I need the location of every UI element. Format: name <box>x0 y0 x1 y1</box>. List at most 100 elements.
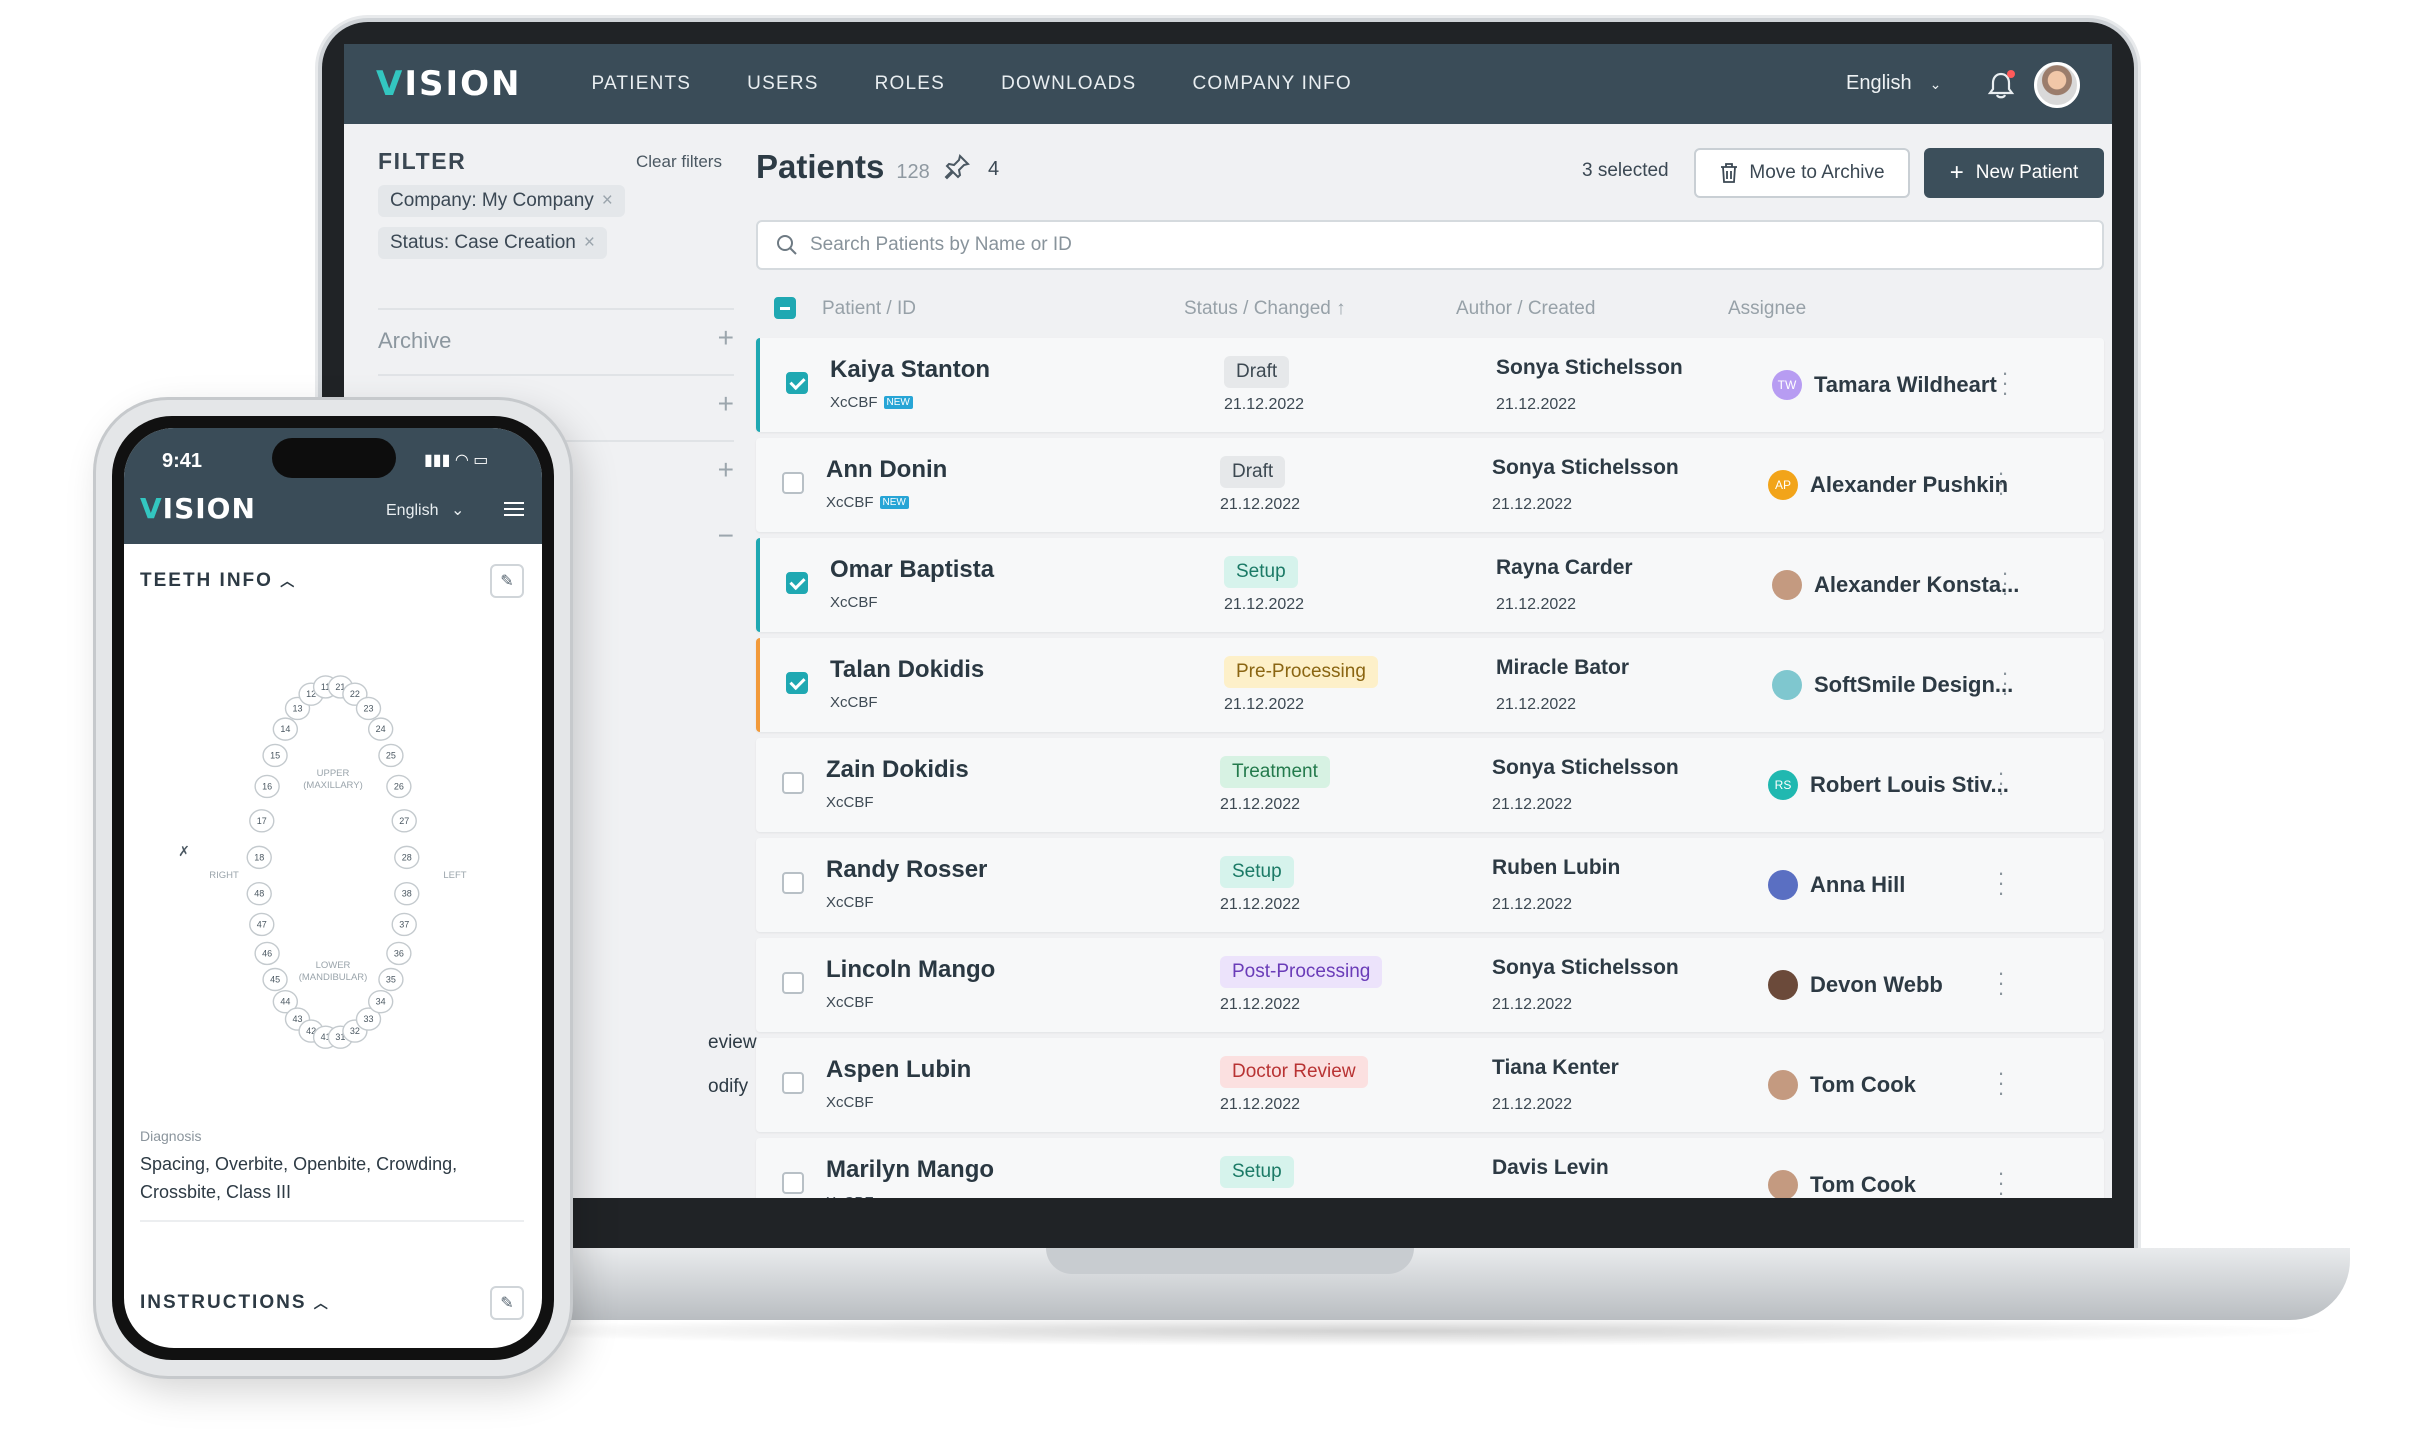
table-row[interactable]: Talan Dokidis XcCBF Pre-Processing 21.12… <box>756 638 2104 732</box>
table-row[interactable]: Lincoln Mango XcCBF Post-Processing 21.1… <box>756 938 2104 1032</box>
close-icon[interactable]: × <box>602 190 613 211</box>
vision-logo[interactable]: VISION <box>376 64 521 104</box>
row-checkbox[interactable] <box>782 772 804 794</box>
row-checkbox[interactable] <box>782 1172 804 1194</box>
new-patient-button[interactable]: + New Patient <box>1924 148 2104 198</box>
table-row[interactable]: Omar Baptista XcCBF Setup 21.12.2022 Ray… <box>756 538 2104 632</box>
tooth-number: 37 <box>399 919 409 929</box>
more-options-icon[interactable]: · · · <box>1996 1062 2006 1104</box>
row-checkbox[interactable] <box>782 1072 804 1094</box>
table-row[interactable]: Marilyn Mango XcCBF Setup 21.12.2022 Dav… <box>756 1138 2104 1198</box>
more-options-icon[interactable]: · · · <box>1996 862 2006 904</box>
more-options-icon[interactable]: · · · <box>1996 962 2006 1004</box>
row-checkbox[interactable] <box>786 572 808 594</box>
author-name: Sonya Stichelsson <box>1496 356 1683 379</box>
phone-language-select[interactable]: English ⌄ <box>386 500 464 520</box>
nav-company-info[interactable]: COMPANY INFO <box>1192 73 1351 95</box>
assignee-name: SoftSmile Design... <box>1814 672 2014 697</box>
created-date: 21.12.2022 <box>1492 1196 1572 1198</box>
user-avatar[interactable] <box>2034 62 2080 108</box>
tooth-number: 47 <box>257 919 267 929</box>
nav-downloads[interactable]: DOWNLOADS <box>1001 73 1136 95</box>
minus-icon[interactable]: − <box>718 520 734 552</box>
logo-accent: V <box>376 64 405 104</box>
table-row[interactable]: Aspen Lubin XcCBF Doctor Review 21.12.20… <box>756 1038 2104 1132</box>
plus-icon[interactable]: + <box>718 454 734 486</box>
patient-name[interactable]: Omar Baptista <box>830 556 994 584</box>
col-assignee[interactable]: Assignee <box>1728 298 1806 320</box>
more-options-icon[interactable]: · · · <box>1996 462 2006 504</box>
nav-patients[interactable]: PATIENTS <box>591 73 691 95</box>
tooth-number: 23 <box>363 703 373 713</box>
created-date: 21.12.2022 <box>1492 1096 1573 1113</box>
patient-id: XcCBF <box>826 994 874 1011</box>
teeth-info-title[interactable]: TEETH INFO ︿ <box>140 570 296 592</box>
bell-icon[interactable] <box>1984 68 2018 102</box>
patient-id-text: XcCBF <box>830 594 878 611</box>
patient-id-text: XcCBF <box>826 494 874 511</box>
col-status[interactable]: Status / Changed ↑ <box>1184 298 1346 320</box>
tooth-number: 28 <box>402 852 412 862</box>
table-row[interactable]: Ann Donin XcCBF NEW Draft 21.12.2022 Sony… <box>756 438 2104 532</box>
patient-name[interactable]: Randy Rosser <box>826 856 987 884</box>
more-options-icon[interactable]: · · · <box>2000 562 2010 604</box>
patient-name[interactable]: Ann Donin <box>826 456 947 484</box>
tooth-number: 27 <box>399 816 409 826</box>
avatar <box>1768 870 1798 900</box>
status-badge: Treatment <box>1220 756 1330 788</box>
assignee-name: Devon Webb <box>1810 972 1943 997</box>
more-options-icon[interactable]: · · · <box>1996 762 2006 804</box>
more-options-icon[interactable]: · · · <box>2000 362 2010 404</box>
patient-name[interactable]: Talan Dokidis <box>830 656 984 684</box>
patient-name[interactable]: Aspen Lubin <box>826 1056 971 1084</box>
patient-name[interactable]: Kaiya Stanton <box>830 356 990 384</box>
select-all-checkbox[interactable] <box>774 297 796 319</box>
edit-teeth-button[interactable]: ✎ <box>490 564 524 598</box>
filter-chip-company[interactable]: Company: My Company × <box>378 185 625 217</box>
patient-id: XcCBF <box>826 1094 874 1111</box>
plus-icon[interactable]: + <box>718 322 734 354</box>
hamburger-menu-icon[interactable] <box>504 502 524 516</box>
filter-chip-status[interactable]: Status: Case Creation × <box>378 227 607 259</box>
close-icon[interactable]: × <box>584 232 595 253</box>
row-checkbox[interactable] <box>782 472 804 494</box>
edit-instructions-button[interactable]: ✎ <box>490 1286 524 1320</box>
table-row[interactable]: Kaiya Stanton XcCBF NEW Draft 21.12.2022 … <box>756 338 2104 432</box>
col-patient[interactable]: Patient / ID <box>822 298 916 320</box>
clear-filters-link[interactable]: Clear filters <box>636 152 722 172</box>
row-checkbox[interactable] <box>786 372 808 394</box>
table-row[interactable]: Randy Rosser XcCBF Setup 21.12.2022 Rube… <box>756 838 2104 932</box>
status-badge: Draft <box>1220 456 1286 488</box>
created-date: 21.12.2022 <box>1492 996 1573 1013</box>
col-author[interactable]: Author / Created <box>1456 298 1595 320</box>
row-checkbox[interactable] <box>782 972 804 994</box>
nav-users[interactable]: USERS <box>747 73 818 95</box>
teeth-chart: 1817161514131211 212223242526272848474645… <box>178 675 467 1049</box>
author-name: Miracle Bator <box>1496 656 1630 679</box>
avatar: RS <box>1768 770 1798 800</box>
move-to-archive-button[interactable]: Move to Archive <box>1694 148 1910 198</box>
upper-sub-label: (MAXILLARY) <box>303 780 362 791</box>
search-input[interactable]: Search Patients by Name or ID <box>756 220 2104 270</box>
row-checkbox[interactable] <box>786 672 808 694</box>
row-checkbox[interactable] <box>782 872 804 894</box>
table-row[interactable]: Zain Dokidis XcCBF Treatment 21.12.2022 … <box>756 738 2104 832</box>
patient-name[interactable]: Marilyn Mango <box>826 1156 994 1184</box>
more-options-icon[interactable]: · · · <box>1996 1162 2006 1199</box>
more-options-icon[interactable]: · · · <box>2000 662 2010 704</box>
created-date: 21.12.2022 <box>1496 596 1577 613</box>
filter-section-archive[interactable]: Archive + <box>378 308 734 374</box>
language-select[interactable]: English ⌄ <box>1846 72 1941 95</box>
patient-id-text: XcCBF <box>826 794 874 811</box>
pin-icon[interactable] <box>942 152 972 182</box>
phone-time: 9:41 <box>162 450 203 472</box>
phone-logo[interactable]: VISION <box>140 492 256 525</box>
patient-name[interactable]: Lincoln Mango <box>826 956 995 984</box>
plus-icon[interactable]: + <box>718 388 734 420</box>
patient-id-text: XcCBF <box>826 1194 874 1198</box>
instructions-title[interactable]: INSTRUCTIONS ︿ <box>140 1292 330 1314</box>
tooth-number: 13 <box>292 703 302 713</box>
nav-roles[interactable]: ROLES <box>875 73 945 95</box>
patient-name[interactable]: Zain Dokidis <box>826 756 969 784</box>
tooth-number: 48 <box>254 889 264 899</box>
